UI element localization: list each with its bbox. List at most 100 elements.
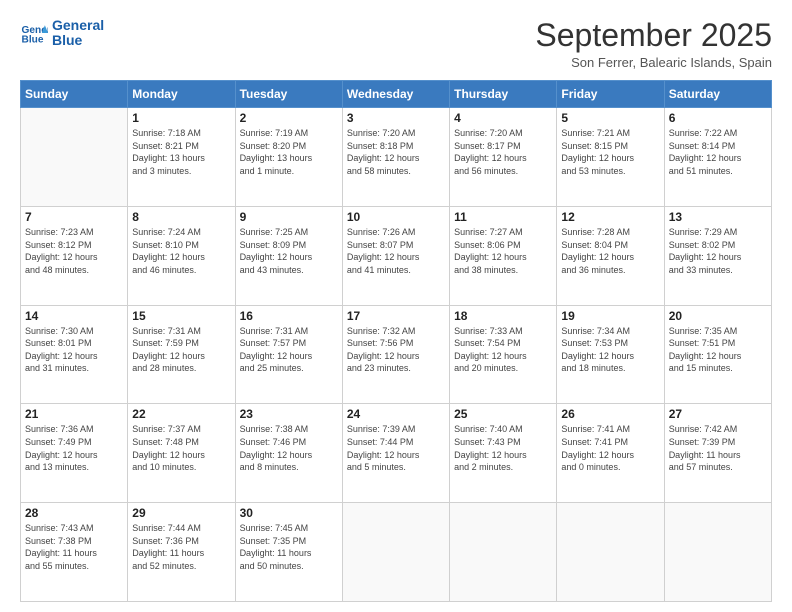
day-info: Sunrise: 7:23 AMSunset: 8:12 PMDaylight:… — [25, 226, 123, 276]
day-info: Sunrise: 7:20 AMSunset: 8:18 PMDaylight:… — [347, 127, 445, 177]
day-number: 4 — [454, 111, 552, 125]
day-info: Sunrise: 7:24 AMSunset: 8:10 PMDaylight:… — [132, 226, 230, 276]
day-info: Sunrise: 7:18 AMSunset: 8:21 PMDaylight:… — [132, 127, 230, 177]
day-info: Sunrise: 7:26 AMSunset: 8:07 PMDaylight:… — [347, 226, 445, 276]
day-info: Sunrise: 7:29 AMSunset: 8:02 PMDaylight:… — [669, 226, 767, 276]
day-number: 20 — [669, 309, 767, 323]
day-number: 28 — [25, 506, 123, 520]
day-info: Sunrise: 7:36 AMSunset: 7:49 PMDaylight:… — [25, 423, 123, 473]
calendar-cell: 18Sunrise: 7:33 AMSunset: 7:54 PMDayligh… — [450, 305, 557, 404]
day-info: Sunrise: 7:21 AMSunset: 8:15 PMDaylight:… — [561, 127, 659, 177]
day-number: 1 — [132, 111, 230, 125]
day-info: Sunrise: 7:25 AMSunset: 8:09 PMDaylight:… — [240, 226, 338, 276]
calendar-cell: 23 Sunrise: 7:38 AMSunset: 7:46 PMDayligh… — [235, 404, 342, 503]
day-header-tuesday: Tuesday — [235, 81, 342, 108]
calendar-cell: 25 Sunrise: 7:40 AMSunset: 7:43 PMDayligh… — [450, 404, 557, 503]
day-number: 10 — [347, 210, 445, 224]
day-number: 25 — [454, 407, 552, 421]
calendar-cell — [342, 503, 449, 602]
calendar-cell: 28 Sunrise: 7:43 AMSunset: 7:38 PMDayligh… — [21, 503, 128, 602]
calendar-cell — [450, 503, 557, 602]
calendar-cell: 2 Sunrise: 7:19 AMSunset: 8:20 PMDaylight… — [235, 108, 342, 207]
day-number: 23 — [240, 407, 338, 421]
day-header-thursday: Thursday — [450, 81, 557, 108]
day-number: 13 — [669, 210, 767, 224]
day-number: 5 — [561, 111, 659, 125]
calendar-cell: 30 Sunrise: 7:45 AMSunset: 7:35 PMDayligh… — [235, 503, 342, 602]
calendar-cell: 26Sunrise: 7:41 AMSunset: 7:41 PMDayligh… — [557, 404, 664, 503]
calendar-cell: 13 Sunrise: 7:29 AMSunset: 8:02 PMDayligh… — [664, 206, 771, 305]
logo-blue: Blue — [52, 33, 104, 48]
calendar-week-row: 1 Sunrise: 7:18 AMSunset: 8:21 PMDaylight… — [21, 108, 772, 207]
day-number: 27 — [669, 407, 767, 421]
calendar-week-row: 21 Sunrise: 7:36 AMSunset: 7:49 PMDayligh… — [21, 404, 772, 503]
calendar-cell: 5 Sunrise: 7:21 AMSunset: 8:15 PMDaylight… — [557, 108, 664, 207]
day-info: Sunrise: 7:37 AMSunset: 7:48 PMDaylight:… — [132, 423, 230, 473]
day-info: Sunrise: 7:34 AMSunset: 7:53 PMDaylight:… — [561, 325, 659, 375]
page-header: General Blue General Blue September 2025… — [20, 18, 772, 70]
calendar-cell: 15 Sunrise: 7:31 AMSunset: 7:59 PMDayligh… — [128, 305, 235, 404]
day-info: Sunrise: 7:27 AMSunset: 8:06 PMDaylight:… — [454, 226, 552, 276]
day-number: 19 — [561, 309, 659, 323]
calendar-cell: 11 Sunrise: 7:27 AMSunset: 8:06 PMDayligh… — [450, 206, 557, 305]
logo: General Blue General Blue — [20, 18, 104, 49]
calendar-cell: 17Sunrise: 7:32 AMSunset: 7:56 PMDayligh… — [342, 305, 449, 404]
day-header-friday: Friday — [557, 81, 664, 108]
calendar-cell: 27 Sunrise: 7:42 AMSunset: 7:39 PMDayligh… — [664, 404, 771, 503]
calendar-cell: 16 Sunrise: 7:31 AMSunset: 7:57 PMDayligh… — [235, 305, 342, 404]
calendar-cell: 29 Sunrise: 7:44 AMSunset: 7:36 PMDayligh… — [128, 503, 235, 602]
day-number: 8 — [132, 210, 230, 224]
calendar-cell: 4 Sunrise: 7:20 AMSunset: 8:17 PMDaylight… — [450, 108, 557, 207]
calendar-table: SundayMondayTuesdayWednesdayThursdayFrid… — [20, 80, 772, 602]
day-info: Sunrise: 7:40 AMSunset: 7:43 PMDaylight:… — [454, 423, 552, 473]
calendar-cell: 20 Sunrise: 7:35 AMSunset: 7:51 PMDayligh… — [664, 305, 771, 404]
day-number: 2 — [240, 111, 338, 125]
calendar-week-row: 14Sunrise: 7:30 AMSunset: 8:01 PMDayligh… — [21, 305, 772, 404]
day-header-monday: Monday — [128, 81, 235, 108]
day-number: 22 — [132, 407, 230, 421]
day-info: Sunrise: 7:39 AMSunset: 7:44 PMDaylight:… — [347, 423, 445, 473]
day-info: Sunrise: 7:45 AMSunset: 7:35 PMDaylight:… — [240, 522, 338, 572]
calendar-cell: 10 Sunrise: 7:26 AMSunset: 8:07 PMDayligh… — [342, 206, 449, 305]
calendar-cell: 1 Sunrise: 7:18 AMSunset: 8:21 PMDaylight… — [128, 108, 235, 207]
day-number: 30 — [240, 506, 338, 520]
day-number: 24 — [347, 407, 445, 421]
calendar-cell: 8 Sunrise: 7:24 AMSunset: 8:10 PMDaylight… — [128, 206, 235, 305]
day-info: Sunrise: 7:42 AMSunset: 7:39 PMDaylight:… — [669, 423, 767, 473]
day-number: 15 — [132, 309, 230, 323]
day-number: 11 — [454, 210, 552, 224]
day-info: Sunrise: 7:19 AMSunset: 8:20 PMDaylight:… — [240, 127, 338, 177]
calendar-cell — [557, 503, 664, 602]
day-number: 18 — [454, 309, 552, 323]
day-header-sunday: Sunday — [21, 81, 128, 108]
day-number: 14 — [25, 309, 123, 323]
svg-text:Blue: Blue — [22, 35, 44, 46]
calendar-header-row: SundayMondayTuesdayWednesdayThursdayFrid… — [21, 81, 772, 108]
day-number: 7 — [25, 210, 123, 224]
day-info: Sunrise: 7:22 AMSunset: 8:14 PMDaylight:… — [669, 127, 767, 177]
day-info: Sunrise: 7:43 AMSunset: 7:38 PMDaylight:… — [25, 522, 123, 572]
day-info: Sunrise: 7:31 AMSunset: 7:57 PMDaylight:… — [240, 325, 338, 375]
calendar-cell: 3Sunrise: 7:20 AMSunset: 8:18 PMDaylight… — [342, 108, 449, 207]
day-number: 16 — [240, 309, 338, 323]
day-info: Sunrise: 7:35 AMSunset: 7:51 PMDaylight:… — [669, 325, 767, 375]
calendar-cell: 7 Sunrise: 7:23 AMSunset: 8:12 PMDaylight… — [21, 206, 128, 305]
calendar-week-row: 7 Sunrise: 7:23 AMSunset: 8:12 PMDaylight… — [21, 206, 772, 305]
day-number: 12 — [561, 210, 659, 224]
calendar-cell: 12 Sunrise: 7:28 AMSunset: 8:04 PMDayligh… — [557, 206, 664, 305]
calendar-cell: 6 Sunrise: 7:22 AMSunset: 8:14 PMDaylight… — [664, 108, 771, 207]
day-number: 6 — [669, 111, 767, 125]
day-number: 29 — [132, 506, 230, 520]
day-info: Sunrise: 7:28 AMSunset: 8:04 PMDaylight:… — [561, 226, 659, 276]
day-header-saturday: Saturday — [664, 81, 771, 108]
month-title: September 2025 — [535, 18, 772, 53]
day-info: Sunrise: 7:20 AMSunset: 8:17 PMDaylight:… — [454, 127, 552, 177]
day-number: 9 — [240, 210, 338, 224]
day-info: Sunrise: 7:31 AMSunset: 7:59 PMDaylight:… — [132, 325, 230, 375]
day-info: Sunrise: 7:38 AMSunset: 7:46 PMDaylight:… — [240, 423, 338, 473]
day-number: 26 — [561, 407, 659, 421]
day-number: 21 — [25, 407, 123, 421]
day-info: Sunrise: 7:44 AMSunset: 7:36 PMDaylight:… — [132, 522, 230, 572]
calendar-cell: 24 Sunrise: 7:39 AMSunset: 7:44 PMDayligh… — [342, 404, 449, 503]
calendar-cell — [21, 108, 128, 207]
